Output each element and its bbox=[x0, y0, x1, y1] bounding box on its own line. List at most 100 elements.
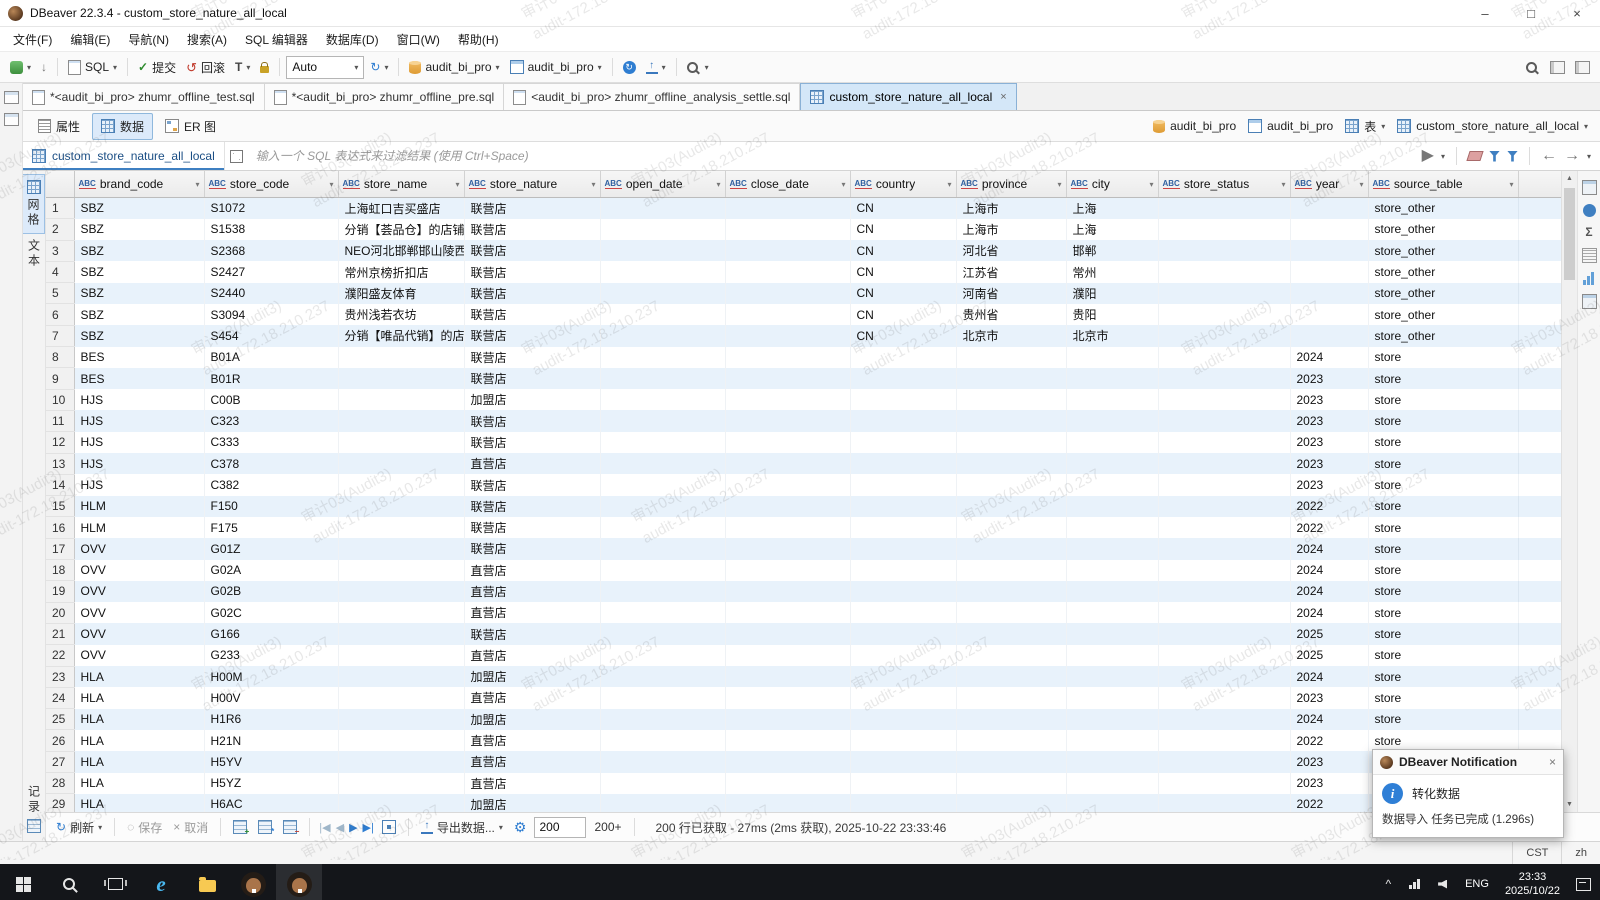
filter-dropdown-icon[interactable]: ▾ bbox=[716, 180, 720, 189]
grid-cell[interactable]: SBZ bbox=[74, 219, 204, 240]
chevron-down-icon[interactable]: ▾ bbox=[1587, 152, 1591, 161]
grid-cell[interactable] bbox=[600, 453, 725, 474]
grid-cell[interactable]: H5YZ bbox=[204, 773, 338, 794]
scrollbar-thumb[interactable] bbox=[1564, 188, 1575, 280]
grid-cell[interactable]: store bbox=[1368, 709, 1518, 730]
toolbar-search-button[interactable]: ▾ bbox=[683, 55, 713, 79]
grid-cell[interactable]: 联营店 bbox=[464, 240, 600, 261]
column-header[interactable]: ABCstore_status▾ bbox=[1158, 171, 1290, 198]
grid-cell[interactable] bbox=[725, 496, 850, 517]
row-number[interactable]: 11 bbox=[46, 410, 74, 431]
maximize-button[interactable]: □ bbox=[1508, 0, 1554, 26]
grid-cell[interactable]: 2024 bbox=[1290, 581, 1368, 602]
grid-cell[interactable]: HLA bbox=[74, 666, 204, 687]
row-number[interactable]: 12 bbox=[46, 432, 74, 453]
last-row-button[interactable]: ▶| bbox=[363, 821, 374, 834]
grid-cell[interactable] bbox=[1066, 496, 1158, 517]
row-number[interactable]: 27 bbox=[46, 751, 74, 772]
first-row-button[interactable]: |◀ bbox=[319, 821, 330, 834]
grid-cell[interactable]: 2023 bbox=[1290, 751, 1368, 772]
grid-cell[interactable]: 2023 bbox=[1290, 773, 1368, 794]
grid-cell[interactable] bbox=[600, 325, 725, 346]
grid-cell[interactable]: SBZ bbox=[74, 304, 204, 325]
grid-cell[interactable] bbox=[338, 730, 464, 751]
grid-cell[interactable] bbox=[850, 709, 956, 730]
grid-cell[interactable] bbox=[1290, 198, 1368, 219]
chevron-down-icon[interactable]: ▾ bbox=[1441, 152, 1445, 161]
grid-cell[interactable] bbox=[956, 496, 1066, 517]
grid-cell[interactable] bbox=[338, 794, 464, 812]
grid-cell[interactable] bbox=[338, 645, 464, 666]
grid-cell[interactable]: HLA bbox=[74, 730, 204, 751]
refresh-button[interactable]: ↻刷新▾ bbox=[53, 817, 105, 838]
grid-cell[interactable] bbox=[338, 496, 464, 517]
chevron-down-icon[interactable]: ▾ bbox=[1584, 122, 1588, 131]
grid-cell[interactable] bbox=[956, 623, 1066, 644]
grid-cell[interactable] bbox=[1066, 347, 1158, 368]
transaction-log-button[interactable]: T▾ bbox=[231, 55, 254, 79]
column-header[interactable]: ABCbrand_code▾ bbox=[74, 171, 204, 198]
grid-cell[interactable] bbox=[956, 474, 1066, 495]
grid-cell[interactable]: F175 bbox=[204, 517, 338, 538]
grid-cell[interactable]: store bbox=[1368, 432, 1518, 453]
grid-cell[interactable] bbox=[725, 368, 850, 389]
grid-cell[interactable] bbox=[1066, 645, 1158, 666]
grid-cell[interactable]: 联营店 bbox=[464, 347, 600, 368]
menu-item[interactable]: 数据库(D) bbox=[317, 28, 388, 51]
grid-cell[interactable]: C378 bbox=[204, 453, 338, 474]
row-number[interactable]: 17 bbox=[46, 538, 74, 559]
layout-button[interactable] bbox=[1571, 55, 1594, 79]
taskbar-dbeaver-active-button[interactable] bbox=[276, 864, 322, 900]
save-button[interactable]: ◌保存 bbox=[124, 817, 165, 838]
grid-cell[interactable]: S1072 bbox=[204, 198, 338, 219]
grid-cell[interactable]: 加盟店 bbox=[464, 709, 600, 730]
open-connection-button[interactable]: ↓ bbox=[37, 55, 51, 79]
grid-cell[interactable]: 联营店 bbox=[464, 219, 600, 240]
grid-cell[interactable] bbox=[725, 645, 850, 666]
filter-dropdown-icon[interactable]: ▾ bbox=[195, 180, 199, 189]
grid-cell[interactable]: store bbox=[1368, 560, 1518, 581]
grid-cell[interactable]: 河北省 bbox=[956, 240, 1066, 261]
grid-cell[interactable] bbox=[600, 283, 725, 304]
grid-cell[interactable] bbox=[725, 410, 850, 431]
filter-dropdown-icon[interactable]: ▾ bbox=[455, 180, 459, 189]
grid-cell[interactable] bbox=[725, 623, 850, 644]
grid-cell[interactable] bbox=[956, 730, 1066, 751]
row-number[interactable]: 16 bbox=[46, 517, 74, 538]
grid-cell[interactable] bbox=[1066, 368, 1158, 389]
commit-button[interactable]: ✓提交 bbox=[134, 55, 180, 79]
grid-cell[interactable] bbox=[850, 410, 956, 431]
grid-cell[interactable] bbox=[850, 751, 956, 772]
grid-cell[interactable] bbox=[1158, 240, 1290, 261]
grid-cell[interactable] bbox=[850, 368, 956, 389]
grid-cell[interactable]: HJS bbox=[74, 453, 204, 474]
column-header[interactable]: ABCstore_name▾ bbox=[338, 171, 464, 198]
fetch-more-button[interactable]: 200+ bbox=[591, 818, 624, 836]
grid-cell[interactable]: store bbox=[1368, 517, 1518, 538]
grid-cell[interactable]: OVV bbox=[74, 560, 204, 581]
row-number[interactable]: 14 bbox=[46, 474, 74, 495]
grid-cell[interactable] bbox=[956, 560, 1066, 581]
grid-cell[interactable] bbox=[338, 773, 464, 794]
grid-cell[interactable] bbox=[1066, 709, 1158, 730]
grid-cell[interactable]: H00V bbox=[204, 687, 338, 708]
grid-cell[interactable] bbox=[1066, 773, 1158, 794]
grid-cell[interactable] bbox=[956, 432, 1066, 453]
compare-button[interactable]: ↻ bbox=[619, 55, 640, 79]
grid-cell[interactable] bbox=[850, 474, 956, 495]
task-view-button[interactable] bbox=[92, 864, 138, 900]
value-panel-icon[interactable] bbox=[1582, 180, 1597, 195]
grid-cell[interactable]: OVV bbox=[74, 538, 204, 559]
grid-cell[interactable] bbox=[1158, 261, 1290, 282]
grid-cell[interactable] bbox=[1066, 794, 1158, 812]
column-header[interactable]: ABCstore_code▾ bbox=[204, 171, 338, 198]
menu-item[interactable]: 导航(N) bbox=[119, 28, 178, 51]
filter-input[interactable] bbox=[248, 149, 1413, 163]
grid-cell[interactable]: 2023 bbox=[1290, 687, 1368, 708]
grid-cell[interactable] bbox=[338, 709, 464, 730]
result-set-tab[interactable]: custom_store_nature_all_local bbox=[23, 142, 225, 170]
row-number[interactable]: 9 bbox=[46, 368, 74, 389]
grid-cell[interactable]: G233 bbox=[204, 645, 338, 666]
grid-cell[interactable] bbox=[1158, 389, 1290, 410]
schema-selector[interactable]: audit_bi_pro▾ bbox=[506, 55, 606, 79]
